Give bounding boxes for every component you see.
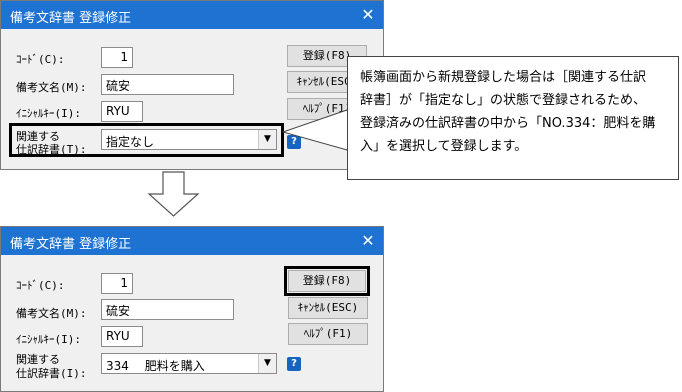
code-input[interactable]: 1	[101, 273, 133, 294]
related-label-line2: 仕訳辞書(I):	[16, 367, 87, 380]
callout-line: 帳簿画面から新規登録した場合は［関連する仕訳	[360, 70, 647, 85]
bottom-dialog-title: 備考文辞書 登録修正	[10, 237, 132, 252]
help-icon[interactable]: ?	[287, 357, 301, 371]
name-input[interactable]: 硫安	[101, 299, 234, 320]
chevron-down-icon[interactable]: ▼	[258, 354, 276, 373]
related-journal-select[interactable]: 334 肥料を購入 ▼	[101, 353, 277, 374]
callout-line: 登録済みの仕訳辞書の中から「NO.334：肥料を購	[360, 116, 656, 131]
initial-label: ｲﾆｼｬﾙｷｰ(I):	[16, 333, 81, 346]
bottom-dialog: 備考文辞書 登録修正 ✕ ｺｰﾄﾞ(C): 1 備考文名(M): 硫安 ｲﾆｼｬ…	[0, 226, 384, 392]
related-journal-value: 334 肥料を購入	[106, 359, 205, 373]
callout-note: 帳簿画面から新規登録した場合は［関連する仕訳 辞書］が「指定なし」の状態で登録さ…	[347, 56, 679, 180]
bottom-dialog-titlebar: 備考文辞書 登録修正 ✕	[1, 227, 383, 255]
close-icon[interactable]: ✕	[353, 227, 383, 255]
help-button[interactable]: ﾍﾙﾌﾟ(F1)	[288, 323, 368, 345]
code-label: ｺｰﾄﾞ(C):	[16, 279, 65, 292]
initial-input[interactable]: RYU	[101, 326, 143, 347]
callout-line: 辞書］が「指定なし」の状態で登録されるため、	[360, 93, 647, 108]
cancel-button[interactable]: ｷｬﾝｾﾙ(ESC)	[288, 297, 368, 319]
down-arrow-icon	[146, 170, 202, 220]
register-button[interactable]: 登録(F8)	[288, 270, 366, 292]
name-label: 備考文名(M):	[16, 307, 87, 320]
callout-line: 入」を選択して登録します。	[360, 139, 528, 154]
